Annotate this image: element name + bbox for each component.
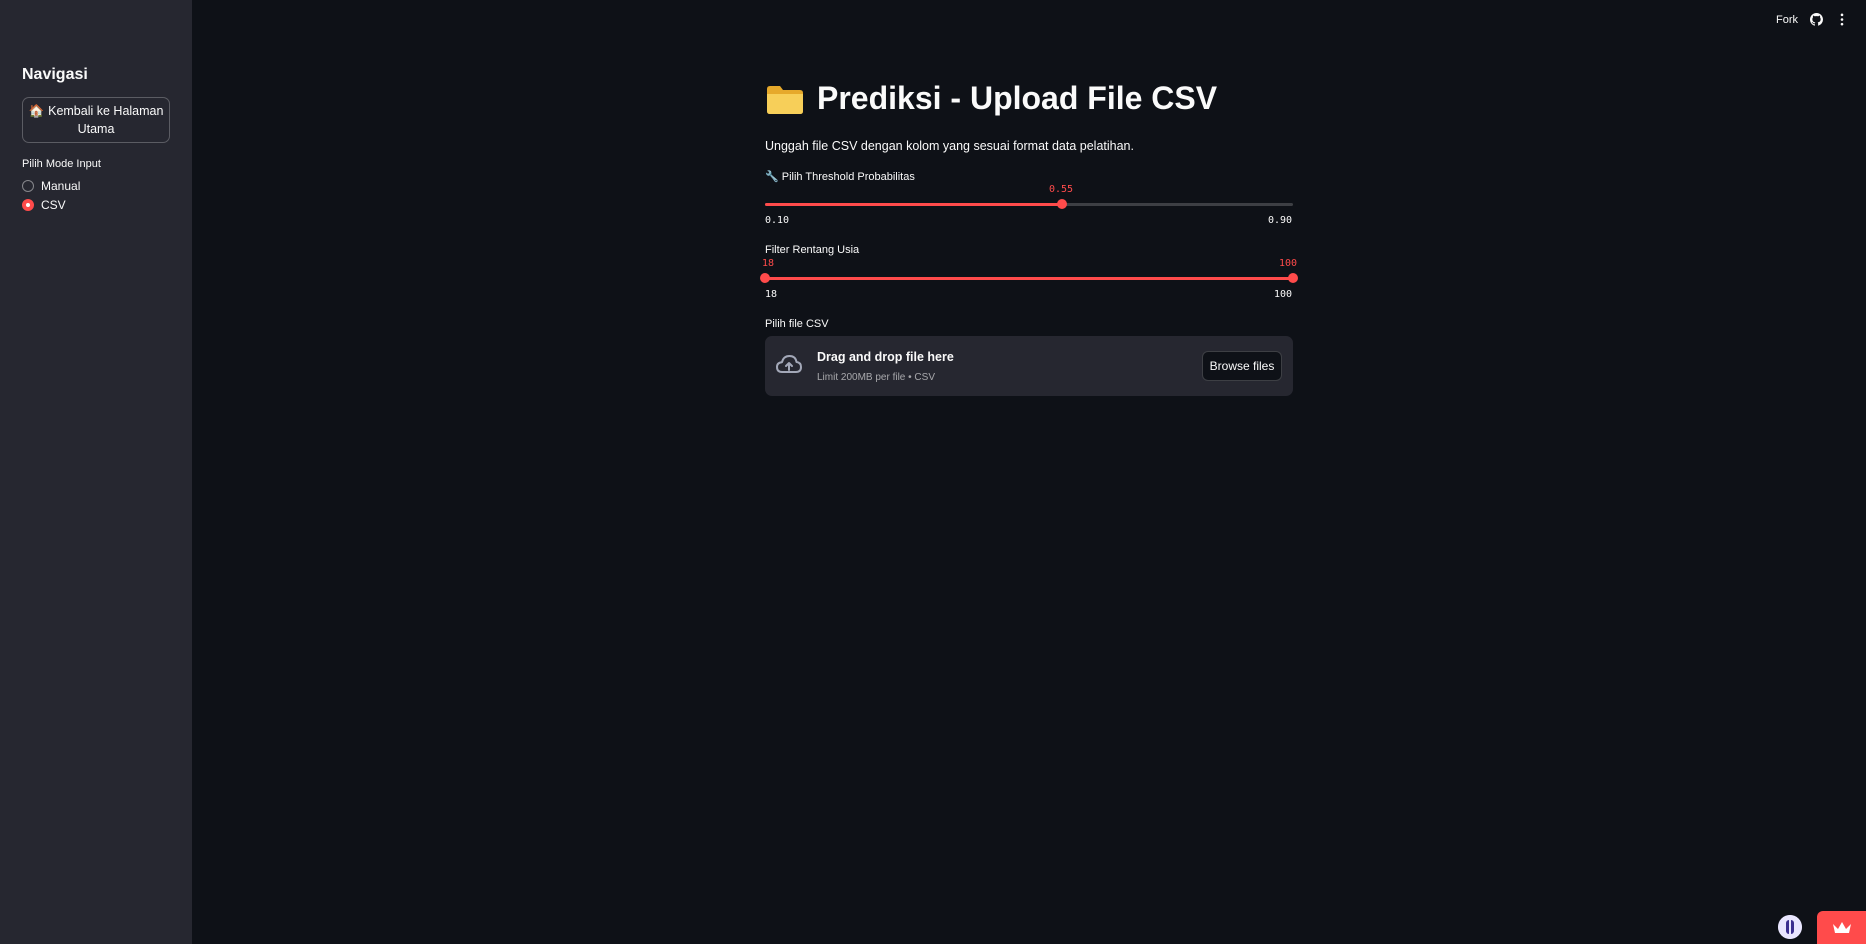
radio-manual[interactable]: Manual <box>22 178 80 194</box>
folder-icon <box>767 85 803 114</box>
age-filter-label: Filter Rentang Usia <box>765 244 860 256</box>
sidebar: Navigasi 🏠 Kembali ke Halaman Utama Pilih… <box>0 0 192 944</box>
age-high-value: 100 <box>1279 258 1298 269</box>
home-button[interactable]: 🏠 Kembali ke Halaman Utama <box>22 97 170 143</box>
avatar[interactable] <box>1778 915 1802 939</box>
threshold-slider-fill <box>765 203 1062 206</box>
age-low-value: 18 <box>762 258 775 269</box>
page-subtitle: Unggah file CSV dengan kolom yang sesuai… <box>765 139 1134 153</box>
avatar-icon <box>1778 915 1802 939</box>
mode-label: Pilih Mode Input <box>22 158 101 170</box>
age-slider-low-thumb[interactable] <box>760 273 770 283</box>
threshold-max: 0.90 <box>1268 215 1293 226</box>
cloud-upload-icon <box>776 355 802 373</box>
file-dropzone[interactable]: Drag and drop file here Limit 200MB per … <box>765 336 1293 396</box>
browse-files-button[interactable]: Browse files <box>1202 351 1282 381</box>
more-vertical-icon[interactable] <box>1838 13 1846 26</box>
dropzone-title: Drag and drop file here <box>817 350 954 364</box>
fork-link[interactable]: Fork <box>1776 14 1798 26</box>
page-title-text: Prediksi - Upload File CSV <box>817 80 1218 116</box>
streamlit-badge[interactable] <box>1817 911 1866 944</box>
radio-circle-checked[interactable] <box>22 199 34 211</box>
upload-label: Pilih file CSV <box>765 318 829 330</box>
age-slider-high-thumb[interactable] <box>1288 273 1298 283</box>
threshold-min: 0.10 <box>765 215 790 226</box>
radio-csv[interactable]: CSV <box>22 197 66 213</box>
dropzone-limit: Limit 200MB per file • CSV <box>817 372 935 383</box>
crown-icon <box>1832 921 1851 933</box>
radio-label: CSV <box>41 198 66 212</box>
threshold-value: 0.55 <box>1049 184 1074 195</box>
github-icon[interactable] <box>1810 13 1823 26</box>
page-title: Prediksi - Upload File CSV <box>765 80 1217 117</box>
threshold-label: 🔧 Pilih Threshold Probabilitas <box>765 171 915 183</box>
threshold-slider-thumb[interactable] <box>1057 199 1067 209</box>
home-button-label: Kembali ke Halaman Utama <box>48 104 164 136</box>
radio-circle[interactable] <box>22 180 34 192</box>
house-icon: 🏠 <box>28 104 45 118</box>
age-max: 100 <box>1274 289 1293 300</box>
radio-label: Manual <box>41 179 81 193</box>
age-min: 18 <box>765 289 778 300</box>
sidebar-title: Navigasi <box>22 66 88 83</box>
age-slider-fill[interactable] <box>765 277 1293 280</box>
